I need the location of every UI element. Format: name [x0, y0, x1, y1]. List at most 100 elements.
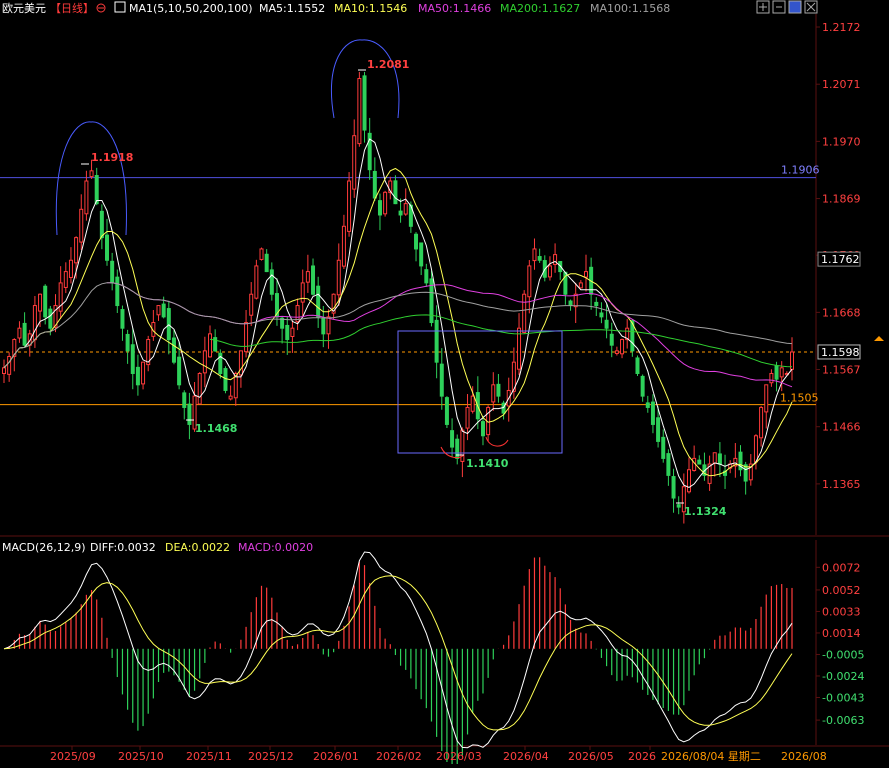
- candle-body: [264, 253, 269, 273]
- candle-body: [620, 339, 625, 355]
- candle-body: [522, 293, 527, 333]
- ma-indicator-label[interactable]: MA1(5,10,50,200,100): [129, 2, 253, 15]
- candle-body: [110, 260, 115, 284]
- time-label: 2026/03: [436, 750, 482, 763]
- candle-body: [311, 265, 316, 295]
- time-label: 2025/09: [50, 750, 96, 763]
- candle-body: [48, 308, 53, 329]
- candle-body: [419, 242, 424, 267]
- candle-body: [661, 436, 666, 459]
- candle-body: [99, 210, 104, 239]
- candle-body: [79, 208, 84, 243]
- low2-label: 1.1410: [466, 457, 509, 470]
- ma-value-0: MA5:1.1552: [259, 2, 325, 15]
- candle-body: [527, 265, 532, 298]
- price-tick-label: 1.1970: [822, 135, 861, 148]
- low3-label: 1.1324: [684, 505, 727, 518]
- candle-body: [599, 312, 604, 318]
- candle-body: [316, 285, 321, 318]
- candle-body: [362, 75, 367, 131]
- candle-body: [671, 476, 676, 499]
- price-tick-label: 1.2172: [822, 21, 861, 34]
- candle-body: [326, 316, 331, 335]
- candle-body: [115, 276, 120, 307]
- macd-diff: DIFF:0.0032: [90, 541, 156, 554]
- candle-body: [537, 256, 542, 261]
- cursor-date: 2026/08/04 星期二: [661, 750, 761, 763]
- candle-body: [208, 333, 213, 358]
- price-tick-label: 1.1466: [822, 421, 861, 434]
- candle-body: [105, 234, 110, 261]
- candle-body: [43, 285, 48, 318]
- candle-body: [480, 421, 485, 437]
- candle-body: [32, 305, 37, 341]
- candle-body: [769, 372, 774, 384]
- candle-body: [614, 350, 619, 354]
- price-tick-label: 1.1365: [822, 478, 861, 491]
- candle-body: [141, 361, 146, 385]
- macd-title[interactable]: MACD(26,12,9): [2, 541, 86, 554]
- candle-body: [259, 248, 264, 260]
- ma-value-4: MA100:1.1568: [590, 2, 670, 15]
- macd-tick-label: -0.0043: [822, 691, 864, 704]
- candle-body: [336, 259, 341, 296]
- time-label: 2026/04: [503, 750, 549, 763]
- price-tick-label: 1.1567: [822, 364, 861, 377]
- candle-body: [444, 397, 449, 425]
- candle-body: [455, 438, 460, 459]
- candle-body: [63, 271, 68, 288]
- period-label[interactable]: 【日线】: [50, 1, 94, 15]
- candle-body: [197, 372, 202, 405]
- candle-body: [424, 269, 429, 284]
- macd-tick-label: -0.0024: [822, 670, 864, 683]
- ma-value-1: MA10:1.1546: [334, 2, 407, 15]
- candle-body: [269, 269, 274, 295]
- candle-body: [573, 293, 578, 308]
- candle-body: [383, 191, 388, 215]
- support-label: 1.1505: [780, 392, 819, 405]
- macd-dea: DEA:0.0022: [165, 541, 230, 554]
- candle-body: [393, 180, 398, 205]
- resistance-label: 1.1906: [781, 164, 820, 177]
- candle-body: [779, 367, 784, 378]
- candle-body: [89, 170, 94, 178]
- end-date: 2026/08: [781, 750, 827, 763]
- candle-body: [2, 367, 6, 374]
- candle-body: [74, 237, 79, 264]
- candle-body: [712, 452, 717, 464]
- candle-body: [249, 293, 254, 316]
- price-tick-label: 1.1668: [822, 306, 861, 319]
- ma-value-3: MA200:1.1627: [500, 2, 580, 15]
- candle-body: [434, 319, 439, 363]
- candle-body: [640, 375, 645, 397]
- macd-tick-label: -0.0063: [822, 714, 864, 727]
- candle-body: [686, 469, 691, 493]
- candle-body: [22, 322, 27, 346]
- candle-body: [676, 504, 681, 508]
- candle-body: [609, 333, 614, 346]
- time-label: 2025/10: [118, 750, 164, 763]
- ma-values: MA5:1.1552 MA10:1.1546 MA50:1.1466 MA200:1.…: [259, 2, 670, 15]
- candle-body: [7, 356, 12, 375]
- candle-body: [578, 282, 583, 289]
- candle-body: [177, 356, 182, 386]
- candle-body: [583, 271, 588, 278]
- candle-body: [398, 210, 403, 216]
- candle-body: [697, 459, 702, 465]
- candle-body: [635, 357, 640, 374]
- candle-body: [187, 403, 192, 425]
- candle-body: [125, 333, 130, 352]
- candle-body: [341, 225, 346, 267]
- candle-body: [594, 301, 599, 307]
- candle-body: [321, 318, 326, 335]
- link-icon[interactable]: [788, 0, 802, 14]
- candle-body: [450, 430, 455, 448]
- candle-body: [347, 180, 352, 232]
- time-label: 2025/12: [248, 750, 294, 763]
- candle-body: [491, 384, 496, 403]
- candle-body: [135, 366, 140, 386]
- current-price: 1.1598: [821, 346, 860, 359]
- price-tick-label: 1.1869: [822, 193, 861, 206]
- candle-body: [759, 406, 764, 439]
- candle-body: [17, 327, 22, 339]
